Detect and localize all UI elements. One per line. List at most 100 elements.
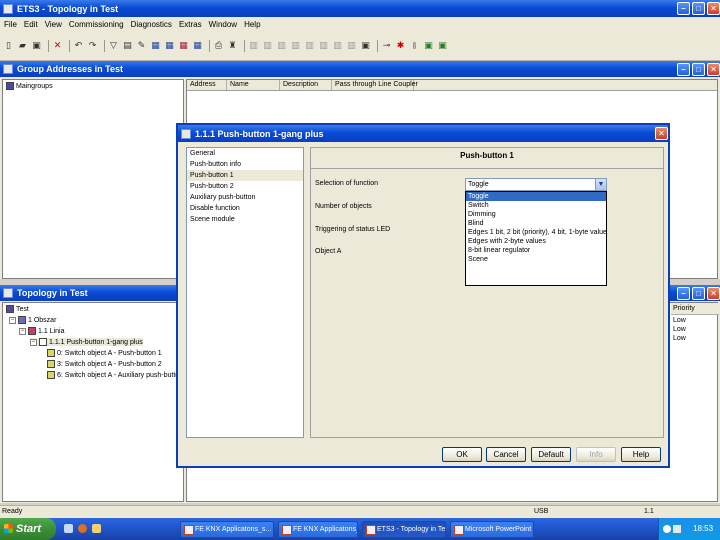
task-powerpoint[interactable]: Microsoft PowerPoint bbox=[450, 521, 534, 538]
function-select[interactable]: Toggle ▼ bbox=[465, 178, 607, 191]
delete-icon[interactable]: ✕ bbox=[52, 40, 63, 51]
collapse-icon[interactable]: − bbox=[9, 316, 16, 324]
info-button[interactable]: Info bbox=[576, 447, 616, 462]
unload-icon[interactable]: ▥ bbox=[304, 40, 315, 51]
connect-icon[interactable]: ⊸ bbox=[381, 40, 392, 51]
toolbar-separator bbox=[244, 39, 245, 52]
nav-push-button-2[interactable]: Push-button 2 bbox=[187, 181, 303, 192]
col-priority[interactable]: Priority bbox=[671, 303, 719, 315]
group-monitor-icon[interactable]: ▣ bbox=[437, 40, 448, 51]
close-button[interactable]: ✕ bbox=[707, 2, 720, 15]
nav-push-button-info[interactable]: Push-button info bbox=[187, 159, 303, 170]
diagnostics-icon[interactable]: ▣ bbox=[423, 40, 434, 51]
reset-icon[interactable]: ▥ bbox=[318, 40, 329, 51]
tree-item-line[interactable]: − 1.1 Linia bbox=[19, 327, 64, 335]
download-address-icon[interactable]: ▥ bbox=[290, 40, 301, 51]
topo-maximize-button[interactable]: □ bbox=[692, 286, 705, 300]
tray-volume-icon[interactable] bbox=[673, 525, 681, 533]
option-blind[interactable]: Blind bbox=[466, 219, 606, 228]
nav-disable-function[interactable]: Disable function bbox=[187, 203, 303, 214]
tree-item-area[interactable]: − 1 Obszar bbox=[9, 316, 56, 324]
col-address[interactable]: Address bbox=[187, 80, 227, 90]
cancel-button[interactable]: Cancel bbox=[486, 447, 526, 462]
quicklaunch-explorer-icon[interactable] bbox=[92, 524, 101, 533]
monitor-icon[interactable]: ✱ bbox=[395, 40, 406, 51]
properties-icon[interactable]: ▤ bbox=[122, 40, 133, 51]
ga-minimize-button[interactable]: – bbox=[677, 62, 690, 76]
minimize-button[interactable]: – bbox=[677, 2, 690, 15]
topo-close-button[interactable]: ✕ bbox=[707, 286, 720, 300]
task-fe-knx-s[interactable]: FE KNX Applicatons_s... bbox=[180, 521, 274, 538]
maximize-button[interactable]: □ bbox=[692, 2, 705, 15]
col-pass-through[interactable]: Pass through Line Coupler bbox=[332, 80, 418, 90]
option-linear-regulator[interactable]: 8-bit linear regulator bbox=[466, 246, 606, 255]
bus-icon[interactable]: ⫾ bbox=[409, 40, 420, 51]
ok-button[interactable]: OK bbox=[442, 447, 482, 462]
menu-window[interactable]: Window bbox=[209, 20, 237, 29]
priority-value: Low bbox=[673, 317, 686, 324]
default-button[interactable]: Default bbox=[531, 447, 571, 462]
save-icon[interactable]: ▣ bbox=[31, 40, 42, 51]
tray-network-icon[interactable] bbox=[663, 525, 671, 533]
nav-general[interactable]: General bbox=[187, 148, 303, 159]
collapse-icon[interactable]: − bbox=[19, 327, 26, 335]
nav-scene-module[interactable]: Scene module bbox=[187, 214, 303, 225]
option-scene[interactable]: Scene bbox=[466, 255, 606, 264]
quicklaunch-ie-icon[interactable] bbox=[64, 524, 73, 533]
task-ets3[interactable]: ETS3 - Topology in Test bbox=[362, 521, 446, 538]
ga-maximize-button[interactable]: □ bbox=[692, 62, 705, 76]
option-edges[interactable]: Edges 1 bit, 2 bit (priority), 4 bit, 1-… bbox=[466, 228, 606, 237]
topo-minimize-button[interactable]: – bbox=[677, 286, 690, 300]
filter-icon[interactable]: ▽ bbox=[108, 40, 119, 51]
view-groups-icon[interactable]: ▦ bbox=[164, 40, 175, 51]
help-button[interactable]: Help bbox=[621, 447, 661, 462]
programming-icon[interactable]: ▣ bbox=[360, 40, 371, 51]
parameter-dialog: 1.1.1 Push-button 1-gang plus ✕ General … bbox=[176, 123, 670, 468]
option-edges-2byte[interactable]: Edges with 2-byte values bbox=[466, 237, 606, 246]
new-icon[interactable]: ▯ bbox=[3, 40, 14, 51]
ga-close-button[interactable]: ✕ bbox=[707, 62, 720, 76]
col-description[interactable]: Description bbox=[280, 80, 332, 90]
option-toggle[interactable]: Toggle bbox=[466, 192, 606, 201]
col-name[interactable]: Name bbox=[227, 80, 280, 90]
tool-icon[interactable]: ✎ bbox=[136, 40, 147, 51]
quicklaunch-firefox-icon[interactable] bbox=[78, 524, 87, 533]
start-button[interactable]: Start bbox=[0, 518, 56, 540]
menu-help[interactable]: Help bbox=[244, 20, 260, 29]
nav-auxiliary-push-button[interactable]: Auxiliary push-button bbox=[187, 192, 303, 203]
menu-extras[interactable]: Extras bbox=[179, 20, 202, 29]
view-buildings-icon[interactable]: ▦ bbox=[178, 40, 189, 51]
menu-view[interactable]: View bbox=[45, 20, 62, 29]
find-icon[interactable]: ♜ bbox=[227, 40, 238, 51]
option-dimming[interactable]: Dimming bbox=[466, 210, 606, 219]
redo-icon[interactable]: ↷ bbox=[87, 40, 98, 51]
tree-item-object[interactable]: 3: Switch object A - Push-button 2 bbox=[47, 360, 162, 368]
open-icon[interactable]: ▰ bbox=[17, 40, 28, 51]
view-devices-icon[interactable]: ▦ bbox=[192, 40, 203, 51]
dialog-close-button[interactable]: ✕ bbox=[655, 127, 668, 140]
print-icon[interactable]: ⎙ bbox=[213, 40, 224, 51]
menu-edit[interactable]: Edit bbox=[24, 20, 38, 29]
undo-icon[interactable]: ↶ bbox=[73, 40, 84, 51]
status-text: Ready bbox=[2, 508, 23, 515]
tree-item-project[interactable]: Test bbox=[6, 305, 29, 313]
option-switch[interactable]: Switch bbox=[466, 201, 606, 210]
nav-push-button-1[interactable]: Push-button 1 bbox=[187, 170, 303, 181]
view-topology-icon[interactable]: ▦ bbox=[150, 40, 161, 51]
tree-item-device[interactable]: − 1.1.1 Push-button 1-gang plus bbox=[30, 338, 143, 346]
download-partial-icon[interactable]: ▥ bbox=[262, 40, 273, 51]
tree-item-maingroups[interactable]: Maingroups bbox=[6, 82, 53, 90]
info-device-icon[interactable]: ▥ bbox=[332, 40, 343, 51]
collapse-icon[interactable]: − bbox=[30, 338, 37, 346]
menu-file[interactable]: File bbox=[4, 20, 17, 29]
tree-item-object[interactable]: 6: Switch object A - Auxiliary push-butt… bbox=[47, 371, 183, 379]
task-fe-knx-b[interactable]: FE KNX Applicatons_b... bbox=[278, 521, 358, 538]
download-icon[interactable]: ▥ bbox=[248, 40, 259, 51]
menu-diagnostics[interactable]: Diagnostics bbox=[131, 20, 172, 29]
menu-commissioning[interactable]: Commissioning bbox=[69, 20, 124, 29]
main-titlebar: ETS3 - Topology in Test – □ ✕ bbox=[0, 0, 720, 17]
prog-mode-icon[interactable]: ▥ bbox=[346, 40, 357, 51]
chevron-down-icon[interactable]: ▼ bbox=[595, 179, 606, 190]
download-app-icon[interactable]: ▥ bbox=[276, 40, 287, 51]
tree-item-object[interactable]: 0: Switch object A - Push-button 1 bbox=[47, 349, 162, 357]
